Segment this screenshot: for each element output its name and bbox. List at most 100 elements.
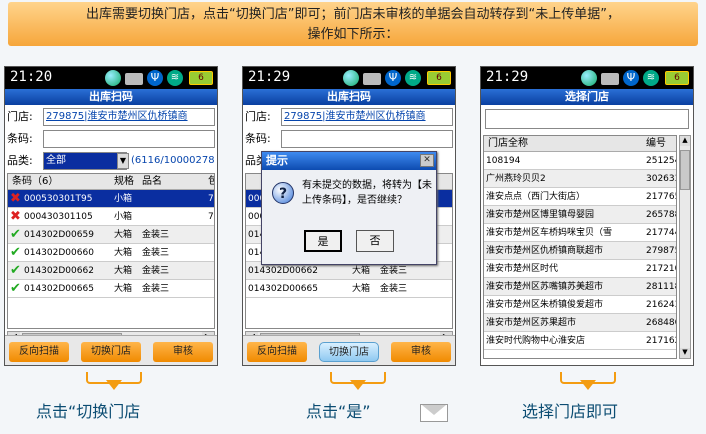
barcode-input[interactable] xyxy=(43,130,215,148)
table-row[interactable]: 淮安市楚州区时代 217210 xyxy=(484,260,676,278)
down-arrow-icon xyxy=(86,372,142,392)
table-header: 门店全称 编号 xyxy=(484,136,676,152)
down-arrow-icon xyxy=(560,372,616,392)
scroll-up-icon[interactable]: ▲ xyxy=(680,136,690,146)
store-search-input[interactable] xyxy=(485,109,689,129)
clock: 21:20 xyxy=(10,69,53,85)
scroll-thumb[interactable] xyxy=(680,150,690,190)
audit-button[interactable]: 审核 xyxy=(153,342,213,362)
screen-title: 出库扫码 xyxy=(243,89,455,105)
table-row[interactable]: 淮安点点（西门大街店） 217765 xyxy=(484,188,676,206)
vertical-scrollbar[interactable]: ▲ ▼ xyxy=(679,135,691,359)
table-row[interactable]: 014302D00665 大箱 金装三 xyxy=(246,280,452,298)
switch-store-button[interactable]: 切换门店 xyxy=(319,342,379,362)
globe-icon xyxy=(343,70,359,86)
checkmark-icon: ✔ xyxy=(10,245,21,260)
store-link[interactable]: 279875|淮安市楚州区仇桥镇商 xyxy=(43,108,215,126)
table-row[interactable]: ✔ 014302D00660 大箱 金装三 xyxy=(8,244,214,262)
row-code: 302633 xyxy=(646,174,677,184)
caption-step-3: 选择门店即可 xyxy=(522,402,619,421)
table-row[interactable]: 淮安市楚州区朱桥镇俊爱超市 216243 xyxy=(484,296,676,314)
row-code: 014302D00659 xyxy=(24,230,94,240)
switch-store-button[interactable]: 切换门店 xyxy=(81,342,141,362)
wifi-icon: ≋ xyxy=(405,70,421,86)
screen-title: 选择门店 xyxy=(481,89,693,105)
col-header-pack: 包 xyxy=(208,174,214,190)
table-header: 条码（6） 规格 品名 包 xyxy=(8,174,214,190)
table-row[interactable]: 广州燕玲贝贝2 302633 xyxy=(484,170,676,188)
table-row[interactable]: 淮安时代购物中心淮安店 217162 xyxy=(484,332,676,350)
row-name: 淮安市楚州区苏果超市 xyxy=(486,318,577,328)
chevron-down-icon[interactable]: ▼ xyxy=(117,153,129,169)
keyboard-icon[interactable] xyxy=(363,73,381,85)
row-name: 广州燕玲贝贝2 xyxy=(486,174,546,184)
table-row[interactable]: 淮安市楚州区车桥妈咪宝贝（雪 217744 xyxy=(484,224,676,242)
scroll-down-icon[interactable]: ▼ xyxy=(680,348,690,358)
store-table[interactable]: 门店全称 编号 108194 251254 广州燕玲贝贝2 302633 淮安点点（… xyxy=(483,135,677,359)
close-icon[interactable]: ✕ xyxy=(420,154,434,167)
caption-step-1: 点击“切换门店 xyxy=(36,402,141,421)
row-spec: 大箱 xyxy=(352,284,371,294)
reverse-scan-button[interactable]: 反向扫描 xyxy=(247,342,307,362)
table-row[interactable]: ✖ 000530301T95 小箱 7 xyxy=(8,190,214,208)
table-row[interactable]: ✖ 000430301105 小箱 7 xyxy=(8,208,214,226)
table-row[interactable]: ✔ 014302D00665 大箱 金装三 xyxy=(8,280,214,298)
screen-content: 门店: 279875|淮安市楚州区仇桥镇商 条码: 品类: 000 000 01… xyxy=(243,105,455,365)
question-icon: ? xyxy=(272,182,294,204)
table-row[interactable]: 淮安市楚州区仇桥镇商联超市 279875 xyxy=(484,242,676,260)
row-code: 217744 xyxy=(646,228,677,238)
checkmark-icon: ✔ xyxy=(10,281,21,296)
banner-line-2: 操作如下所示： xyxy=(307,27,399,42)
row-name: 108194 xyxy=(486,156,521,166)
category-label: 品类: xyxy=(7,154,33,167)
no-button[interactable]: 否 xyxy=(356,230,394,252)
row-code: 000530301T95 xyxy=(24,194,93,204)
antenna-icon: Ψ xyxy=(623,70,639,86)
battery-icon: 6 xyxy=(189,71,213,85)
table-row[interactable]: 淮安市楚州区苏果超市 268486 xyxy=(484,314,676,332)
globe-icon xyxy=(105,70,121,86)
wifi-icon: ≋ xyxy=(643,70,659,86)
col-header-name: 品名 xyxy=(142,176,162,187)
keyboard-icon[interactable] xyxy=(601,73,619,85)
row-code: 217162 xyxy=(646,336,677,346)
row-code: 014302D00665 xyxy=(24,284,94,294)
yes-button[interactable]: 是 xyxy=(304,230,342,252)
instruction-banner: 出库需要切换门店，点击“切换门店”即可；前门店未审核的单据会自动转存到“未上传单… xyxy=(8,2,698,46)
keyboard-icon[interactable] xyxy=(125,73,143,85)
audit-button[interactable]: 审核 xyxy=(391,342,451,362)
caption-step-2: 点击“是” xyxy=(306,402,371,421)
scan-table[interactable]: 条码（6） 规格 品名 包 ✖ 000530301T95 小箱 7 ✖ 0004… xyxy=(7,173,215,329)
col-header-barcode: 条码（6） xyxy=(12,176,59,187)
down-arrow-icon xyxy=(330,372,386,392)
barcode-label: 条码: xyxy=(7,132,33,145)
row-code: 014302D00665 xyxy=(248,284,318,294)
table-row[interactable]: 淮安市楚州区博里镇母婴园 265788 xyxy=(484,206,676,224)
row-code: 216243 xyxy=(646,300,677,310)
row-name: 淮安市楚州区博里镇母婴园 xyxy=(486,210,595,220)
table-row[interactable]: ✔ 014302D00662 大箱 金装三 xyxy=(8,262,214,280)
col-header-store-name: 门店全称 xyxy=(488,138,528,149)
reverse-scan-button[interactable]: 反向扫描 xyxy=(9,342,69,362)
screen-content: 门店全称 编号 108194 251254 广州燕玲贝贝2 302633 淮安点点（… xyxy=(481,105,693,365)
row-name: 金装三 xyxy=(142,266,170,276)
row-extra: 7 xyxy=(208,194,214,204)
antenna-icon: Ψ xyxy=(147,70,163,86)
category-select[interactable]: 全部 xyxy=(43,152,127,170)
store-link[interactable]: 279875|淮安市楚州区仇桥镇商 xyxy=(281,108,453,126)
wifi-icon: ≋ xyxy=(167,70,183,86)
row-name: 金装三 xyxy=(380,284,408,294)
status-bar: 21:29 Ψ ≋ 6 xyxy=(243,67,455,89)
table-row[interactable]: 108194 251254 xyxy=(484,152,676,170)
table-row[interactable]: ✔ 014302D00659 大箱 金装三 xyxy=(8,226,214,244)
action-bar: 反向扫描 切换门店 审核 xyxy=(243,335,455,365)
battery-icon: 6 xyxy=(665,71,689,85)
row-name: 金装三 xyxy=(142,230,170,240)
row-name: 淮安时代购物中心淮安店 xyxy=(486,336,586,346)
action-bar: 反向扫描 切换门店 审核 xyxy=(5,335,217,365)
row-code: 217765 xyxy=(646,192,677,202)
barcode-input[interactable] xyxy=(281,130,453,148)
table-row[interactable]: 淮安市楚州区苏嘴镇苏美超市 281118 xyxy=(484,278,676,296)
col-header-code: 编号 xyxy=(646,138,666,149)
phone-screen-1: 21:20 Ψ ≋ 6 出库扫码 门店: 279875|淮安市楚州区仇桥镇商 条… xyxy=(4,66,218,366)
